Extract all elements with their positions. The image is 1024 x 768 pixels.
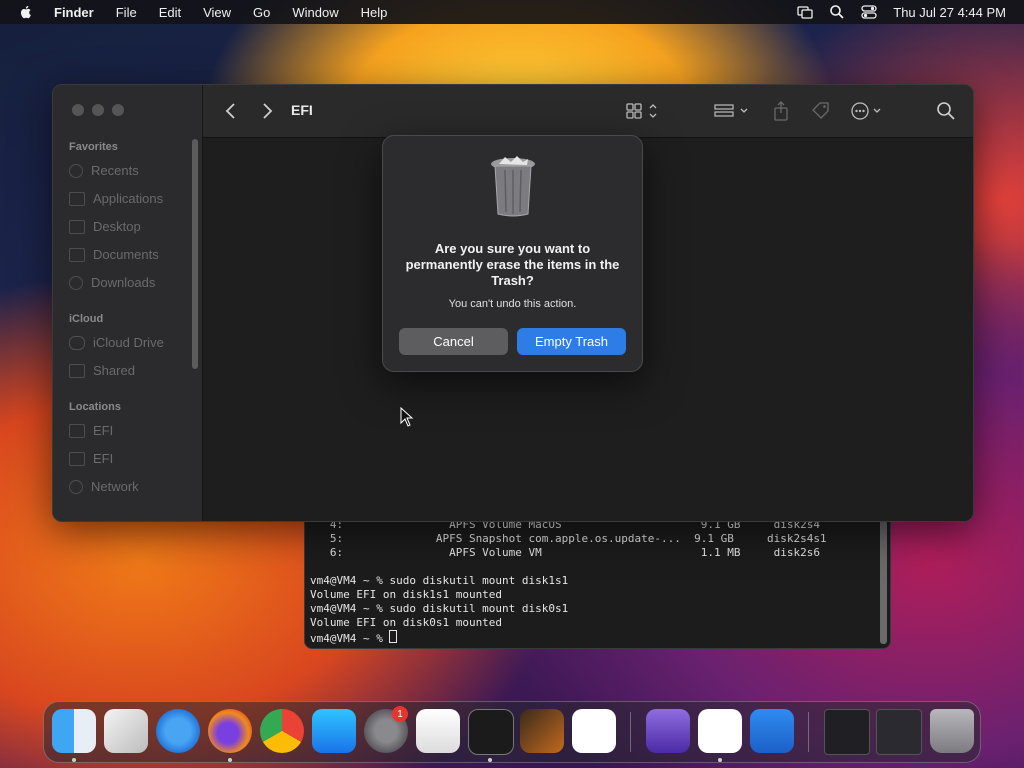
minimize-button[interactable] bbox=[92, 104, 104, 116]
share-icon[interactable] bbox=[771, 100, 791, 122]
terminal-line: Volume EFI on disk0s1 mounted bbox=[310, 616, 503, 629]
sidebar-item-desktop[interactable]: Desktop bbox=[69, 219, 141, 234]
empty-trash-dialog: Are you sure you want to permanently era… bbox=[382, 135, 643, 372]
control-center-icon[interactable] bbox=[861, 4, 877, 20]
running-indicator bbox=[488, 758, 492, 762]
dock-visual-studio-icon[interactable] bbox=[698, 709, 742, 753]
apple-menu-icon[interactable] bbox=[18, 4, 34, 20]
sidebar-item-applications[interactable]: Applications bbox=[69, 191, 163, 206]
network-icon bbox=[69, 479, 83, 494]
group-by-icon[interactable] bbox=[713, 100, 753, 122]
desktop-icon bbox=[69, 219, 85, 234]
zoom-button[interactable] bbox=[112, 104, 124, 116]
dock-firefox-icon[interactable] bbox=[208, 709, 252, 753]
terminal-prompt: vm4@VM4 ~ % bbox=[310, 632, 390, 645]
menu-window[interactable]: Window bbox=[292, 5, 338, 20]
running-indicator bbox=[228, 758, 232, 762]
empty-trash-button[interactable]: Empty Trash bbox=[517, 328, 626, 355]
sidebar-item-icloud-drive[interactable]: iCloud Drive bbox=[69, 335, 164, 350]
dialog-message: You can't undo this action. bbox=[448, 298, 577, 310]
downloads-icon bbox=[69, 275, 83, 290]
sidebar-scrollbar[interactable] bbox=[192, 139, 198, 369]
clock-icon bbox=[69, 163, 83, 178]
dock-terminal-icon[interactable] bbox=[468, 709, 514, 755]
applications-icon bbox=[69, 191, 85, 206]
menu-help[interactable]: Help bbox=[361, 5, 388, 20]
finder-toolbar: EFI bbox=[203, 85, 973, 138]
more-actions-icon[interactable] bbox=[849, 100, 889, 122]
dock-simulator-icon[interactable] bbox=[646, 709, 690, 753]
drive-icon bbox=[69, 451, 85, 466]
terminal-line: 5: APFS Snapshot com.apple.os.update-...… bbox=[310, 532, 827, 545]
dock-separator bbox=[630, 712, 631, 752]
dock-vscode-icon[interactable] bbox=[572, 709, 616, 753]
sidebar-item-shared[interactable]: Shared bbox=[69, 363, 135, 378]
sidebar-header-icloud: iCloud bbox=[69, 313, 104, 325]
dock-finder-icon[interactable] bbox=[52, 709, 96, 753]
dock-trash-icon[interactable] bbox=[930, 709, 974, 753]
document-icon bbox=[69, 247, 85, 262]
trash-icon bbox=[491, 156, 535, 217]
dock-textedit-icon[interactable] bbox=[416, 709, 460, 753]
window-title: EFI bbox=[291, 102, 313, 118]
menu-edit[interactable]: Edit bbox=[159, 5, 181, 20]
terminal-output: 4: APFS Volume MacOS 9.1 GB disk2s4 5: A… bbox=[310, 520, 827, 646]
cloud-icon bbox=[69, 335, 85, 350]
terminal-line: vm4@VM4 ~ % sudo diskutil mount disk0s1 bbox=[310, 602, 569, 615]
menu-clock[interactable]: Thu Jul 27 4:44 PM bbox=[893, 5, 1006, 20]
sidebar-header-favorites: Favorites bbox=[69, 141, 118, 153]
sidebar-item-network[interactable]: Network bbox=[69, 479, 139, 494]
drive-icon bbox=[69, 423, 85, 438]
dock-keynote-icon[interactable] bbox=[750, 709, 794, 753]
menu-bar: Finder File Edit View Go Window Help Thu… bbox=[0, 0, 1024, 24]
terminal-window[interactable]: 4: APFS Volume MacOS 9.1 GB disk2s4 5: A… bbox=[304, 520, 891, 649]
dock-launchpad-icon[interactable] bbox=[104, 709, 148, 753]
dock-window-preview-icon[interactable] bbox=[876, 709, 922, 755]
terminal-scrollbar[interactable] bbox=[880, 520, 887, 644]
cancel-button[interactable]: Cancel bbox=[399, 328, 508, 355]
running-indicator bbox=[718, 758, 722, 762]
dock-window-preview-icon[interactable] bbox=[824, 709, 870, 755]
sidebar-item-efi-1[interactable]: EFI bbox=[69, 423, 113, 438]
tag-icon[interactable] bbox=[809, 100, 831, 122]
dock-separator bbox=[808, 712, 809, 752]
close-button[interactable] bbox=[72, 104, 84, 116]
forward-button[interactable] bbox=[257, 101, 277, 121]
dock-chrome-icon[interactable] bbox=[260, 709, 304, 753]
screen-mirroring-icon[interactable] bbox=[797, 4, 813, 20]
menu-app-finder[interactable]: Finder bbox=[54, 5, 94, 20]
sidebar-item-recents[interactable]: Recents bbox=[69, 163, 139, 178]
terminal-line: 6: APFS Volume VM 1.1 MB disk2s6 bbox=[310, 546, 820, 559]
dock-garageband-icon[interactable] bbox=[520, 709, 564, 753]
menu-go[interactable]: Go bbox=[253, 5, 270, 20]
spotlight-search-icon[interactable] bbox=[829, 4, 845, 20]
terminal-line: vm4@VM4 ~ % sudo diskutil mount disk1s1 bbox=[310, 574, 569, 587]
dock: 1 bbox=[43, 701, 981, 763]
search-icon[interactable] bbox=[935, 100, 957, 122]
notification-badge: 1 bbox=[392, 706, 408, 722]
sidebar-item-documents[interactable]: Documents bbox=[69, 247, 159, 262]
dock-safari-icon[interactable] bbox=[156, 709, 200, 753]
terminal-cursor bbox=[389, 630, 398, 643]
menu-file[interactable]: File bbox=[116, 5, 137, 20]
running-indicator bbox=[72, 758, 76, 762]
sidebar-item-downloads[interactable]: Downloads bbox=[69, 275, 155, 290]
sidebar-header-locations: Locations bbox=[69, 401, 121, 413]
dock-app-store-icon[interactable] bbox=[312, 709, 356, 753]
view-grid-icon[interactable] bbox=[625, 100, 661, 122]
menu-view[interactable]: View bbox=[203, 5, 231, 20]
sidebar-item-efi-2[interactable]: EFI bbox=[69, 451, 113, 466]
shared-folder-icon bbox=[69, 363, 85, 378]
finder-sidebar: Favorites Recents Applications Desktop D… bbox=[53, 85, 203, 521]
mouse-pointer-icon bbox=[400, 407, 414, 427]
terminal-line: Volume EFI on disk1s1 mounted bbox=[310, 588, 503, 601]
back-button[interactable] bbox=[221, 101, 241, 121]
dialog-heading: Are you sure you want to permanently era… bbox=[405, 241, 620, 288]
window-controls bbox=[72, 104, 124, 116]
